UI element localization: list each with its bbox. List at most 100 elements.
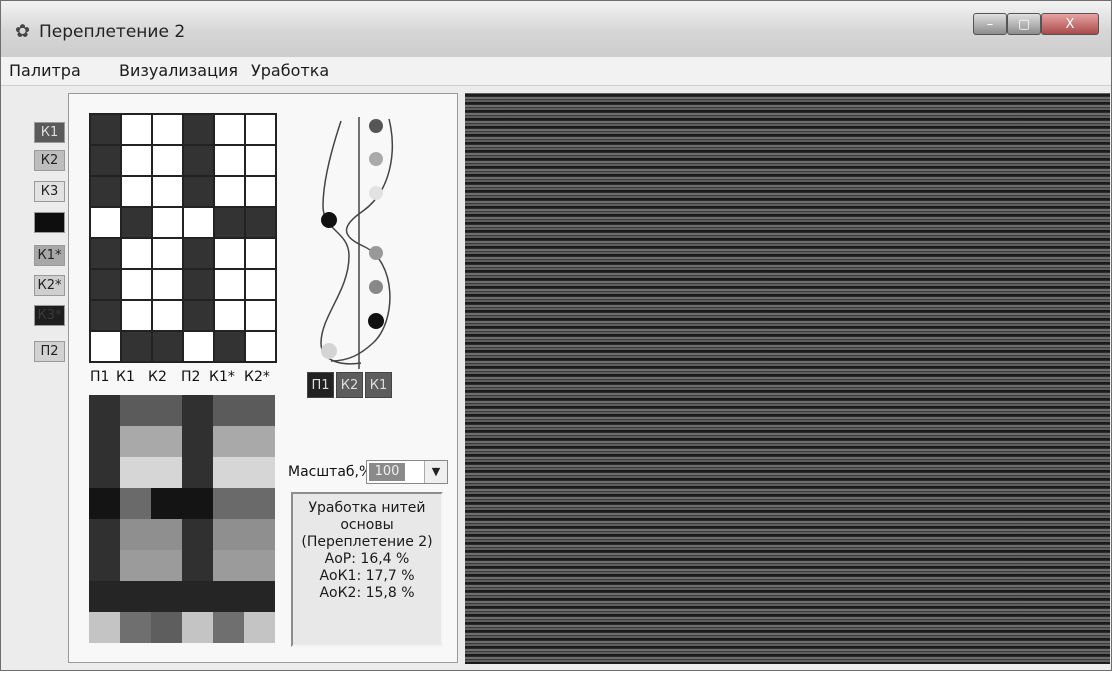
weave-cell[interactable] xyxy=(121,114,152,145)
weave-cell[interactable] xyxy=(90,269,121,300)
thread-dot xyxy=(368,313,384,329)
title-bar[interactable]: ✿ Переплетение 2 – ▢ X xyxy=(1,1,1111,57)
simulation-cell xyxy=(244,426,275,457)
weave-cell[interactable] xyxy=(152,300,183,331)
weave-cell[interactable] xyxy=(90,176,121,207)
close-icon: X xyxy=(1065,17,1075,32)
weave-cell[interactable] xyxy=(245,176,276,207)
weave-cell[interactable] xyxy=(214,269,245,300)
fabric-visualization-canvas xyxy=(465,93,1110,664)
weave-cell[interactable] xyxy=(214,207,245,238)
minimize-button[interactable]: – xyxy=(973,13,1007,35)
palette-button[interactable]: К2* xyxy=(34,275,65,296)
weave-cell[interactable] xyxy=(152,207,183,238)
simulation-cell xyxy=(182,581,213,612)
weave-cell[interactable] xyxy=(183,331,214,362)
weave-cell[interactable] xyxy=(183,114,214,145)
simulation-cell xyxy=(151,488,182,519)
simulation-cell xyxy=(89,395,120,426)
result-line: АоР: 16,4 % xyxy=(324,551,410,567)
app-icon: ✿ xyxy=(15,21,31,42)
column-label: К1* xyxy=(209,369,235,385)
thread-dot xyxy=(369,119,383,133)
simulation-cell xyxy=(151,426,182,457)
weave-cell[interactable] xyxy=(245,114,276,145)
menu-shrinkage[interactable]: Уработка xyxy=(251,61,329,80)
palette-button[interactable]: К2 xyxy=(34,150,65,171)
simulation-cell xyxy=(120,426,151,457)
weave-cell[interactable] xyxy=(245,300,276,331)
weave-pattern-grid[interactable] xyxy=(89,113,277,363)
scale-dropdown[interactable]: 100 ▼ xyxy=(366,460,448,484)
weave-cell[interactable] xyxy=(245,207,276,238)
weave-cell[interactable] xyxy=(245,331,276,362)
weave-cell[interactable] xyxy=(121,176,152,207)
palette-button[interactable]: П1 xyxy=(34,212,65,233)
simulation-cell xyxy=(244,550,275,581)
weave-cell[interactable] xyxy=(183,269,214,300)
thread-dot xyxy=(369,246,383,260)
weave-cell[interactable] xyxy=(152,238,183,269)
weave-cell[interactable] xyxy=(245,238,276,269)
palette-button[interactable]: К1* xyxy=(34,245,65,266)
simulation-cell xyxy=(151,550,182,581)
palette-button[interactable]: К3* xyxy=(34,305,65,326)
weave-cell[interactable] xyxy=(121,300,152,331)
weave-cell[interactable] xyxy=(183,145,214,176)
thread-dot xyxy=(321,343,337,359)
weave-cell[interactable] xyxy=(90,300,121,331)
weave-cell[interactable] xyxy=(214,114,245,145)
palette-button[interactable]: К3 xyxy=(34,181,65,202)
weave-cell[interactable] xyxy=(90,238,121,269)
simulation-cell xyxy=(120,550,151,581)
weave-cell[interactable] xyxy=(152,145,183,176)
weave-cell[interactable] xyxy=(214,300,245,331)
weave-cell[interactable] xyxy=(121,145,152,176)
weave-cell[interactable] xyxy=(183,207,214,238)
weave-cell[interactable] xyxy=(121,331,152,362)
palette-button[interactable]: К1 xyxy=(34,122,65,143)
maximize-button[interactable]: ▢ xyxy=(1007,13,1041,35)
menu-palette[interactable]: Палитра xyxy=(9,61,81,80)
weave-cell[interactable] xyxy=(183,238,214,269)
simulation-cell xyxy=(182,488,213,519)
weave-cell[interactable] xyxy=(245,145,276,176)
simulation-cell xyxy=(182,519,213,550)
weave-cell[interactable] xyxy=(152,331,183,362)
simulation-cell xyxy=(151,395,182,426)
simulation-cell xyxy=(89,581,120,612)
weave-cell[interactable] xyxy=(152,176,183,207)
simulation-cell xyxy=(244,612,275,643)
column-label: К2 xyxy=(148,369,167,385)
palette-button[interactable]: П2 xyxy=(34,341,65,362)
chevron-down-icon[interactable]: ▼ xyxy=(424,461,447,483)
weave-cell[interactable] xyxy=(245,269,276,300)
weave-cell[interactable] xyxy=(90,145,121,176)
weave-cell[interactable] xyxy=(214,176,245,207)
simulation-cell xyxy=(120,519,151,550)
weave-cell[interactable] xyxy=(152,269,183,300)
weave-cell[interactable] xyxy=(214,145,245,176)
menu-visualization[interactable]: Визуализация xyxy=(119,61,238,80)
close-button[interactable]: X xyxy=(1041,13,1099,35)
simulation-cell xyxy=(213,519,244,550)
weave-cell[interactable] xyxy=(214,238,245,269)
weave-cell[interactable] xyxy=(90,114,121,145)
weave-cell[interactable] xyxy=(183,176,214,207)
weave-cell[interactable] xyxy=(90,207,121,238)
weave-cell[interactable] xyxy=(152,114,183,145)
weave-cell[interactable] xyxy=(183,300,214,331)
simulation-cell xyxy=(120,581,151,612)
maximize-icon: ▢ xyxy=(1017,17,1031,32)
column-label: П2 xyxy=(181,369,201,385)
weave-cell[interactable] xyxy=(90,331,121,362)
simulation-cell xyxy=(244,457,275,488)
weave-cell[interactable] xyxy=(121,238,152,269)
weave-cell[interactable] xyxy=(121,269,152,300)
simulation-cell xyxy=(89,426,120,457)
thread-dot xyxy=(369,280,383,294)
simulation-cell xyxy=(213,612,244,643)
weave-cell[interactable] xyxy=(214,331,245,362)
weave-cell[interactable] xyxy=(121,207,152,238)
simulation-cell xyxy=(151,519,182,550)
